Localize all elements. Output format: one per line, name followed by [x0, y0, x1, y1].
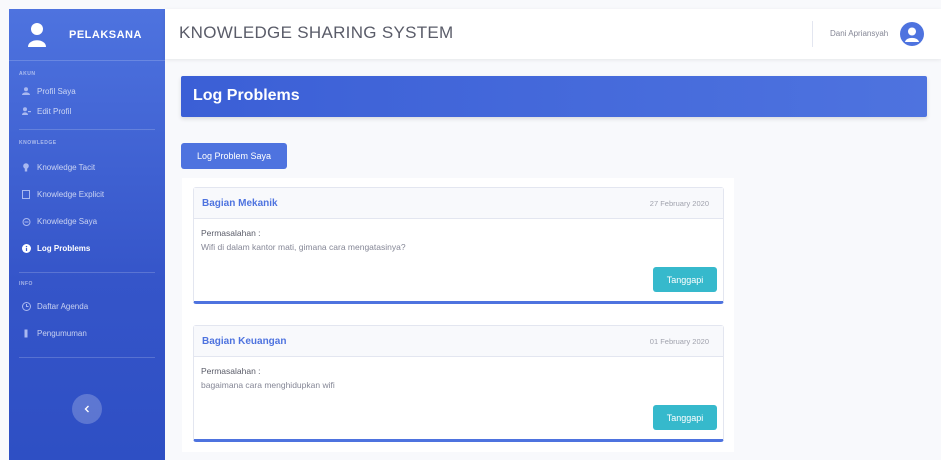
sidebar-item-daftar-agenda[interactable]: Daftar Agenda — [9, 293, 165, 320]
card-body: Permasalahan : bagaimana cara menghidupk… — [194, 357, 723, 439]
sidebar-item-label: Knowledge Explicit — [37, 190, 105, 199]
sidebar-item-knowledge-tacit[interactable]: Knowledge Tacit — [9, 154, 165, 181]
sidebar-divider — [19, 272, 155, 273]
user-name[interactable]: Dani Apriansyah — [830, 29, 888, 38]
sidebar: PELAKSANA Akun Profil Saya Edit Profil K… — [9, 9, 165, 460]
card-header: Bagian Keuangan 01 February 2020 — [194, 326, 723, 357]
sidebar-item-label: Knowledge Tacit — [37, 163, 96, 172]
problem-card: Bagian Keuangan 01 February 2020 Permasa… — [193, 325, 724, 442]
sidebar-item-pengumuman[interactable]: Pengumuman — [9, 320, 165, 347]
user-avatar-icon[interactable] — [900, 22, 924, 46]
page-header: Log Problems — [181, 76, 927, 117]
card-header: Bagian Mekanik 27 February 2020 — [194, 188, 723, 219]
book-icon — [21, 190, 31, 200]
sidebar-item-profil-saya[interactable]: Profil Saya — [9, 81, 165, 101]
system-title: KNOWLEDGE SHARING SYSTEM — [179, 23, 454, 42]
topbar-divider — [812, 21, 813, 47]
app-root: PELAKSANA Akun Profil Saya Edit Profil K… — [0, 0, 941, 460]
sidebar-item-edit-profil[interactable]: Edit Profil — [9, 101, 165, 121]
sidebar-item-knowledge-explicit[interactable]: Knowledge Explicit — [9, 181, 165, 208]
card-body: Permasalahan : Wifi di dalam kantor mati… — [194, 219, 723, 301]
sidebar-item-label: Edit Profil — [37, 106, 72, 116]
chevron-left-icon — [84, 405, 89, 413]
division-title: Bagian Keuangan — [202, 336, 287, 347]
sidebar-divider — [19, 129, 155, 130]
log-problem-saya-button[interactable]: Log Problem Saya — [181, 143, 287, 169]
brand-name: PELAKSANA — [69, 28, 142, 41]
user-brand-icon — [28, 22, 46, 47]
sidebar-item-label: Profil Saya — [37, 86, 76, 96]
sidebar-item-label: Pengumuman — [37, 329, 87, 338]
problem-date: 01 February 2020 — [649, 337, 709, 346]
sidebar-divider — [19, 357, 155, 358]
user-icon — [21, 86, 31, 96]
lightbulb-icon — [21, 163, 31, 173]
sidebar-toggle-button[interactable] — [72, 394, 102, 424]
problem-description: bagaimana cara menghidupkan wifi — [201, 380, 335, 390]
problem-list: Bagian Mekanik 27 February 2020 Permasal… — [182, 178, 734, 452]
tanggapi-button[interactable]: Tanggapi — [653, 405, 717, 430]
tanggapi-button[interactable]: Tanggapi — [653, 267, 717, 292]
sidebar-heading-akun: Akun — [19, 71, 36, 77]
sidebar-heading-knowledge: Knowledge — [19, 140, 57, 146]
problem-date: 27 February 2020 — [649, 199, 709, 208]
brand[interactable]: PELAKSANA — [9, 9, 165, 61]
sidebar-item-label: Daftar Agenda — [37, 302, 89, 311]
bullhorn-icon — [21, 329, 31, 339]
sidebar-item-label: Knowledge Saya — [37, 217, 98, 226]
calendar-icon — [21, 302, 31, 312]
problem-description: Wifi di dalam kantor mati, gimana cara m… — [201, 242, 406, 252]
topbar: KNOWLEDGE SHARING SYSTEM Dani Apriansyah — [165, 9, 941, 59]
info-circle-icon — [21, 244, 31, 254]
sidebar-item-label: Log Problems — [37, 244, 91, 253]
sidebar-item-knowledge-saya[interactable]: Knowledge Saya — [9, 208, 165, 235]
division-title: Bagian Mekanik — [202, 198, 278, 209]
page-title: Log Problems — [193, 87, 300, 104]
user-edit-icon — [21, 106, 31, 116]
sidebar-heading-info: Info — [19, 281, 33, 287]
sidebar-item-log-problems[interactable]: Log Problems — [9, 235, 165, 262]
folder-icon — [21, 217, 31, 227]
problem-label: Permasalahan : — [201, 228, 261, 238]
problem-label: Permasalahan : — [201, 366, 261, 376]
problem-card: Bagian Mekanik 27 February 2020 Permasal… — [193, 187, 724, 304]
